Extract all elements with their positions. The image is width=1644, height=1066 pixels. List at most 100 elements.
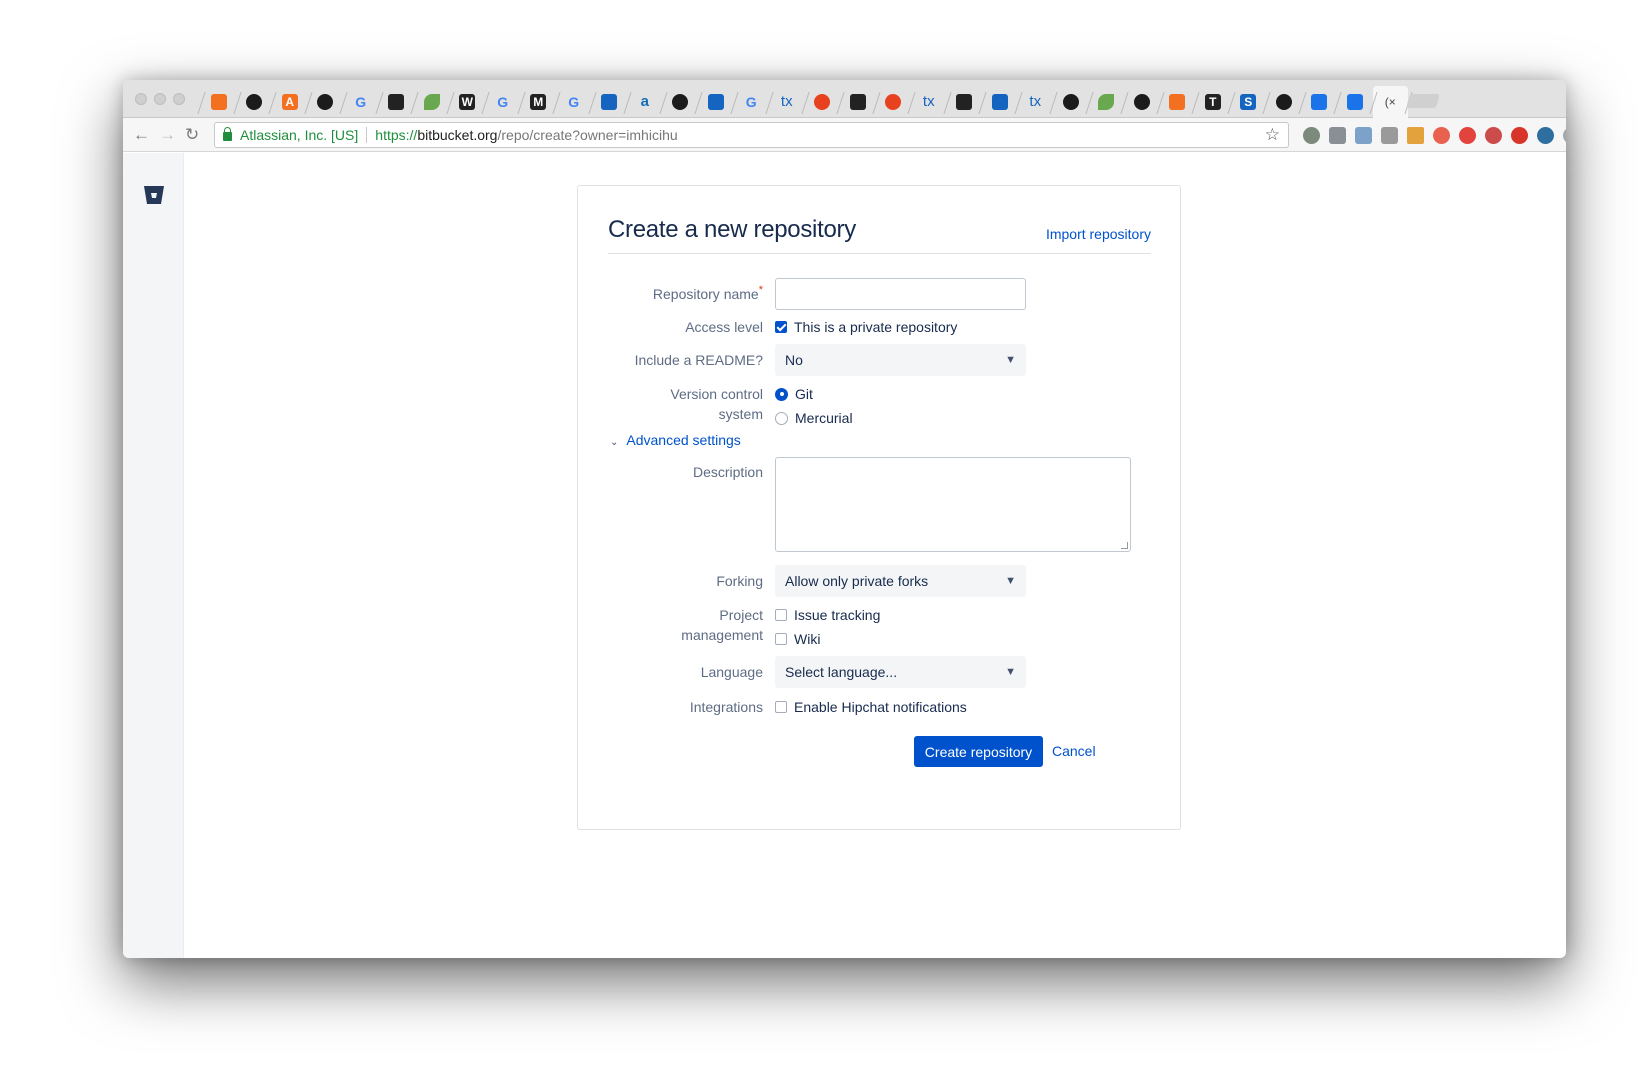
pocket-icon[interactable] [1329, 127, 1346, 144]
ring-icon[interactable] [1433, 127, 1450, 144]
grid-icon [991, 94, 1008, 110]
browser-tab[interactable] [308, 86, 344, 118]
browser-tab[interactable] [1160, 86, 1196, 118]
browser-tab[interactable] [805, 86, 841, 118]
tx-icon: tx [922, 93, 935, 110]
colorful-icon[interactable] [1407, 127, 1424, 144]
bitbucket-logo-icon[interactable] [143, 185, 165, 205]
private-repository-checkbox[interactable] [775, 321, 787, 334]
issue-tracking-label[interactable]: Issue tracking [794, 607, 880, 623]
repo-name-input[interactable] [775, 278, 1026, 310]
browser-tab[interactable]: G [485, 86, 521, 118]
mercurial-radio[interactable] [775, 411, 788, 425]
issue-tracking-checkbox[interactable] [775, 609, 787, 622]
s-extension-icon[interactable] [1537, 127, 1554, 144]
browser-tab[interactable] [1337, 86, 1373, 118]
cube-icon[interactable] [1355, 127, 1372, 144]
git-radio[interactable] [775, 387, 788, 401]
github-icon [246, 94, 263, 110]
repo-name-label: Repository name* [603, 284, 763, 306]
bitbucket-icon [1346, 94, 1363, 110]
minimize-window-button[interactable] [154, 93, 166, 105]
bitbucket-sidebar [123, 153, 184, 958]
project-management-label: Project management [603, 605, 763, 645]
browser-tab[interactable]: a [627, 86, 663, 118]
google-icon: G [568, 94, 580, 110]
reload-icon[interactable]: ↻ [185, 125, 199, 145]
forking-select[interactable]: Allow only private forks ▼ [775, 565, 1026, 597]
close-window-button[interactable] [135, 93, 147, 105]
certificate-label[interactable]: Atlassian, Inc. [US] [240, 127, 358, 143]
github-icon [1275, 94, 1292, 110]
create-repository-button[interactable]: Create repository [914, 736, 1043, 767]
browser-tab[interactable]: A [272, 86, 308, 118]
browser-tab[interactable]: (× [1372, 86, 1408, 118]
browser-tab[interactable] [201, 86, 237, 118]
wiki-label[interactable]: Wiki [794, 631, 820, 647]
window-icon[interactable] [1381, 127, 1398, 144]
advanced-settings-label[interactable]: Advanced settings [626, 432, 740, 448]
browser-tab[interactable] [1053, 86, 1089, 118]
browser-tab[interactable]: tx [911, 86, 947, 118]
forward-arrow-icon[interactable]: → [159, 125, 176, 145]
browser-tab[interactable]: G [556, 86, 592, 118]
description-textarea[interactable] [775, 457, 1131, 552]
browser-tab[interactable] [663, 86, 699, 118]
address-bar[interactable]: Atlassian, Inc. [US] https:// bitbucket.… [214, 122, 1289, 148]
browser-tab[interactable]: T [1195, 86, 1231, 118]
badge-icon[interactable] [1485, 127, 1502, 144]
browser-tab[interactable] [876, 86, 912, 118]
advanced-settings-toggle[interactable]: ⌄ Advanced settings [610, 432, 741, 448]
browser-tab[interactable] [982, 86, 1018, 118]
hipchat-label[interactable]: Enable Hipchat notifications [794, 699, 967, 715]
private-repository-label[interactable]: This is a private repository [794, 319, 957, 335]
browser-tab[interactable]: S [1231, 86, 1267, 118]
git-label[interactable]: Git [795, 386, 813, 402]
browser-tab[interactable] [379, 86, 415, 118]
wiki-checkbox[interactable] [775, 633, 787, 646]
browser-tab[interactable] [947, 86, 983, 118]
readme-row: Include a README? No ▼ [578, 344, 1182, 376]
browser-tab[interactable]: G [343, 86, 379, 118]
chevron-down-icon: ▼ [1005, 666, 1016, 678]
opera-icon[interactable] [1459, 127, 1476, 144]
blue-square-icon [601, 94, 618, 110]
browser-tab[interactable] [1089, 86, 1125, 118]
create-repository-panel: Create a new repository Import repositor… [577, 185, 1181, 830]
new-tab-button[interactable] [1406, 94, 1440, 108]
browser-tab[interactable] [237, 86, 273, 118]
book-icon [388, 94, 405, 110]
bookmark-star-icon[interactable]: ☆ [1265, 125, 1280, 145]
browser-tab[interactable]: M [521, 86, 557, 118]
browser-tab[interactable]: G [734, 86, 770, 118]
language-row: Language Select language... ▼ [578, 656, 1182, 688]
browser-tab[interactable] [698, 86, 734, 118]
browser-tab[interactable] [592, 86, 628, 118]
import-repository-link[interactable]: Import repository [1046, 226, 1151, 242]
language-select[interactable]: Select language... ▼ [775, 656, 1026, 688]
back-arrow-icon[interactable]: ← [133, 125, 150, 145]
browser-window: AGWGMGaGtxtxtxTS(×.◀ ← → ↻ Atlassian, In… [123, 80, 1566, 958]
browser-tab[interactable] [1302, 86, 1338, 118]
active-tab-icon: (× [1384, 95, 1396, 109]
globe-icon[interactable] [1563, 127, 1566, 144]
t-icon: T [1204, 94, 1221, 110]
cancel-button[interactable]: Cancel [1052, 743, 1096, 759]
browser-tab[interactable] [1266, 86, 1302, 118]
browser-tab[interactable]: tx [1018, 86, 1054, 118]
browser-tab[interactable]: tx [769, 86, 805, 118]
hipchat-checkbox[interactable] [775, 701, 787, 714]
language-select-value: Select language... [785, 664, 898, 680]
adblock-icon[interactable] [1511, 127, 1528, 144]
readme-label: Include a README? [634, 352, 763, 368]
html5-icon [210, 94, 227, 110]
browser-tab[interactable]: W [450, 86, 486, 118]
browser-tab[interactable] [1124, 86, 1160, 118]
url-scheme: https:// [375, 127, 418, 143]
evernote-icon[interactable] [1303, 127, 1320, 144]
browser-tab[interactable] [840, 86, 876, 118]
readme-select[interactable]: No ▼ [775, 344, 1026, 376]
mercurial-label[interactable]: Mercurial [795, 410, 853, 426]
browser-tab[interactable] [414, 86, 450, 118]
zoom-window-button[interactable] [173, 93, 185, 105]
